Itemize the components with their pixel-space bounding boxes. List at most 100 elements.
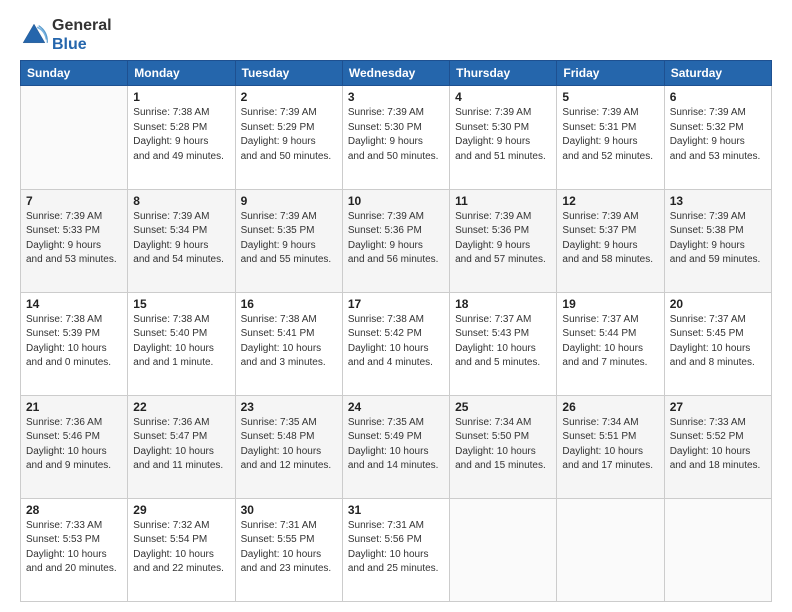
day-info: Sunrise: 7:39 AMSunset: 5:36 PMDaylight:… [348, 210, 444, 268]
calendar-cell: 25 Sunrise: 7:34 AMSunset: 5:50 PMDayligh… [450, 395, 557, 498]
calendar-cell: 30 Sunrise: 7:31 AMSunset: 5:55 PMDayligh… [235, 498, 342, 601]
calendar-cell: 12 Sunrise: 7:39 AMSunset: 5:37 PMDayligh… [557, 189, 664, 292]
calendar-header-saturday: Saturday [664, 61, 771, 86]
calendar-cell: 26Sunrise: 7:34 AMSunset: 5:51 PMDayligh… [557, 395, 664, 498]
day-info: Sunrise: 7:31 AMSunset: 5:55 PMDaylight:… [241, 519, 337, 577]
day-info: Sunrise: 7:32 AMSunset: 5:54 PMDaylight:… [133, 519, 229, 577]
day-info: Sunrise: 7:39 AMSunset: 5:34 PMDaylight:… [133, 210, 229, 268]
calendar-cell: 15Sunrise: 7:38 AMSunset: 5:40 PMDayligh… [128, 292, 235, 395]
calendar-cell: 14 Sunrise: 7:38 AMSunset: 5:39 PMDayligh… [21, 292, 128, 395]
day-number: 7 [26, 194, 122, 208]
day-info: Sunrise: 7:38 AMSunset: 5:42 PMDaylight:… [348, 313, 444, 371]
day-number: 18 [455, 297, 551, 311]
day-number: 5 [562, 90, 658, 104]
day-info: Sunrise: 7:36 AMSunset: 5:47 PMDaylight:… [133, 416, 229, 474]
calendar-cell: 16 Sunrise: 7:38 AMSunset: 5:41 PMDayligh… [235, 292, 342, 395]
logo-text: General Blue [52, 16, 112, 54]
page: General Blue SundayMondayTuesdayWednesda… [0, 0, 792, 612]
calendar-cell: 17 Sunrise: 7:38 AMSunset: 5:42 PMDayligh… [342, 292, 449, 395]
day-info: Sunrise: 7:39 AMSunset: 5:29 PMDaylight:… [241, 106, 337, 164]
day-number: 17 [348, 297, 444, 311]
calendar-cell: 2 Sunrise: 7:39 AMSunset: 5:29 PMDaylight… [235, 86, 342, 189]
logo-icon [20, 21, 48, 49]
calendar-cell: 22 Sunrise: 7:36 AMSunset: 5:47 PMDayligh… [128, 395, 235, 498]
day-number: 3 [348, 90, 444, 104]
day-info: Sunrise: 7:31 AMSunset: 5:56 PMDaylight:… [348, 519, 444, 577]
calendar-week-3: 14 Sunrise: 7:38 AMSunset: 5:39 PMDayligh… [21, 292, 772, 395]
calendar-cell: 20 Sunrise: 7:37 AMSunset: 5:45 PMDayligh… [664, 292, 771, 395]
calendar-cell: 28 Sunrise: 7:33 AMSunset: 5:53 PMDayligh… [21, 498, 128, 601]
calendar-header-thursday: Thursday [450, 61, 557, 86]
calendar-header-friday: Friday [557, 61, 664, 86]
day-number: 13 [670, 194, 766, 208]
day-number: 8 [133, 194, 229, 208]
day-number: 10 [348, 194, 444, 208]
calendar-cell: 4Sunrise: 7:39 AMSunset: 5:30 PMDaylight… [450, 86, 557, 189]
day-number: 24 [348, 400, 444, 414]
day-info: Sunrise: 7:33 AMSunset: 5:52 PMDaylight:… [670, 416, 766, 474]
calendar-header-monday: Monday [128, 61, 235, 86]
day-info: Sunrise: 7:37 AMSunset: 5:43 PMDaylight:… [455, 313, 551, 371]
day-info: Sunrise: 7:39 AMSunset: 5:30 PMDaylight:… [348, 106, 444, 164]
day-info: Sunrise: 7:37 AMSunset: 5:44 PMDaylight:… [562, 313, 658, 371]
calendar-week-2: 7 Sunrise: 7:39 AMSunset: 5:33 PMDaylight… [21, 189, 772, 292]
calendar-cell: 23Sunrise: 7:35 AMSunset: 5:48 PMDayligh… [235, 395, 342, 498]
calendar-cell: 6Sunrise: 7:39 AMSunset: 5:32 PMDaylight… [664, 86, 771, 189]
day-number: 14 [26, 297, 122, 311]
calendar-cell: 24Sunrise: 7:35 AMSunset: 5:49 PMDayligh… [342, 395, 449, 498]
day-number: 1 [133, 90, 229, 104]
day-info: Sunrise: 7:39 AMSunset: 5:35 PMDaylight:… [241, 210, 337, 268]
day-info: Sunrise: 7:38 AMSunset: 5:39 PMDaylight:… [26, 313, 122, 371]
day-number: 4 [455, 90, 551, 104]
day-info: Sunrise: 7:36 AMSunset: 5:46 PMDaylight:… [26, 416, 122, 474]
day-number: 21 [26, 400, 122, 414]
calendar-week-1: 1 Sunrise: 7:38 AMSunset: 5:28 PMDaylight… [21, 86, 772, 189]
day-number: 16 [241, 297, 337, 311]
day-info: Sunrise: 7:39 AMSunset: 5:37 PMDaylight:… [562, 210, 658, 268]
calendar-cell: 13Sunrise: 7:39 AMSunset: 5:38 PMDayligh… [664, 189, 771, 292]
calendar-cell: 5Sunrise: 7:39 AMSunset: 5:31 PMDaylight… [557, 86, 664, 189]
calendar-cell [664, 498, 771, 601]
calendar-week-4: 21 Sunrise: 7:36 AMSunset: 5:46 PMDayligh… [21, 395, 772, 498]
calendar-cell: 27 Sunrise: 7:33 AMSunset: 5:52 PMDayligh… [664, 395, 771, 498]
calendar-cell: 1 Sunrise: 7:38 AMSunset: 5:28 PMDaylight… [128, 86, 235, 189]
day-number: 28 [26, 503, 122, 517]
calendar-table: SundayMondayTuesdayWednesdayThursdayFrid… [20, 60, 772, 602]
day-number: 31 [348, 503, 444, 517]
calendar-cell: 18 Sunrise: 7:37 AMSunset: 5:43 PMDayligh… [450, 292, 557, 395]
calendar-cell: 29Sunrise: 7:32 AMSunset: 5:54 PMDayligh… [128, 498, 235, 601]
header: General Blue [20, 16, 772, 54]
day-number: 2 [241, 90, 337, 104]
day-info: Sunrise: 7:34 AMSunset: 5:51 PMDaylight:… [562, 416, 658, 474]
day-number: 9 [241, 194, 337, 208]
day-info: Sunrise: 7:34 AMSunset: 5:50 PMDaylight:… [455, 416, 551, 474]
day-number: 19 [562, 297, 658, 311]
day-info: Sunrise: 7:39 AMSunset: 5:33 PMDaylight:… [26, 210, 122, 268]
logo: General Blue [20, 16, 112, 54]
day-info: Sunrise: 7:38 AMSunset: 5:41 PMDaylight:… [241, 313, 337, 371]
day-number: 30 [241, 503, 337, 517]
calendar-cell: 19 Sunrise: 7:37 AMSunset: 5:44 PMDayligh… [557, 292, 664, 395]
calendar-cell [450, 498, 557, 601]
calendar-cell [21, 86, 128, 189]
day-number: 12 [562, 194, 658, 208]
day-info: Sunrise: 7:38 AMSunset: 5:28 PMDaylight:… [133, 106, 229, 164]
day-number: 15 [133, 297, 229, 311]
day-number: 23 [241, 400, 337, 414]
calendar-cell: 9 Sunrise: 7:39 AMSunset: 5:35 PMDaylight… [235, 189, 342, 292]
calendar-cell: 31 Sunrise: 7:31 AMSunset: 5:56 PMDayligh… [342, 498, 449, 601]
day-info: Sunrise: 7:37 AMSunset: 5:45 PMDaylight:… [670, 313, 766, 371]
calendar-cell [557, 498, 664, 601]
calendar-cell: 10 Sunrise: 7:39 AMSunset: 5:36 PMDayligh… [342, 189, 449, 292]
day-number: 22 [133, 400, 229, 414]
calendar-header-tuesday: Tuesday [235, 61, 342, 86]
day-info: Sunrise: 7:39 AMSunset: 5:36 PMDaylight:… [455, 210, 551, 268]
calendar-cell: 11 Sunrise: 7:39 AMSunset: 5:36 PMDayligh… [450, 189, 557, 292]
calendar-week-5: 28 Sunrise: 7:33 AMSunset: 5:53 PMDayligh… [21, 498, 772, 601]
day-number: 25 [455, 400, 551, 414]
day-number: 20 [670, 297, 766, 311]
calendar-cell: 21 Sunrise: 7:36 AMSunset: 5:46 PMDayligh… [21, 395, 128, 498]
day-number: 27 [670, 400, 766, 414]
day-info: Sunrise: 7:33 AMSunset: 5:53 PMDaylight:… [26, 519, 122, 577]
day-number: 11 [455, 194, 551, 208]
